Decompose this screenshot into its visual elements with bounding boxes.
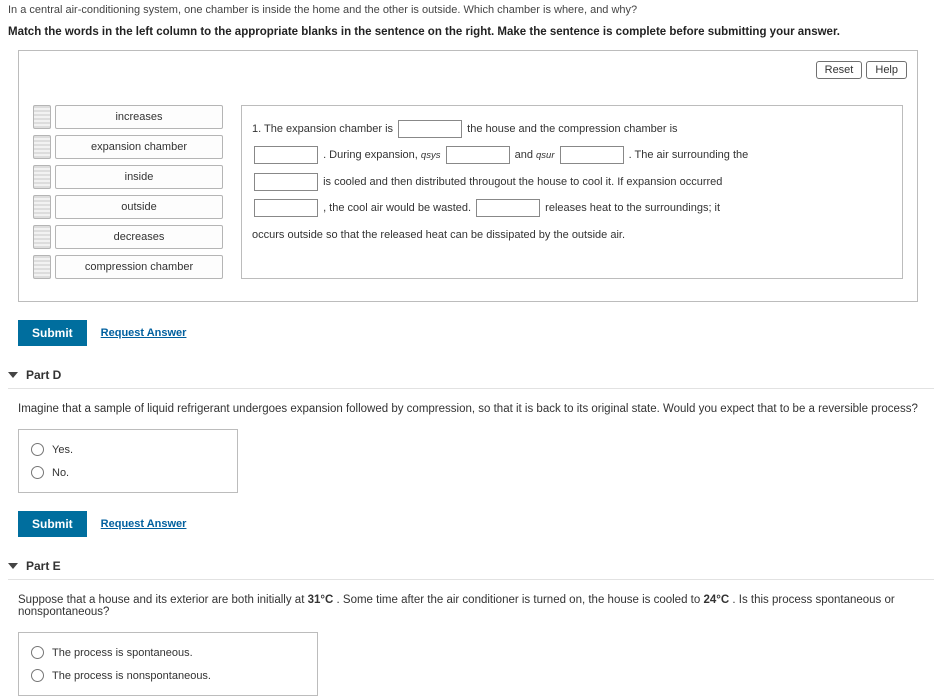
prompt-text: Suppose that a house and its exterior ar… — [18, 594, 308, 606]
term-item[interactable]: expansion chamber — [55, 135, 223, 159]
drop-blank[interactable] — [446, 146, 510, 164]
choice-row[interactable]: No. — [31, 461, 225, 484]
sentence-text: . During expansion, — [323, 149, 421, 161]
drop-blank[interactable] — [254, 173, 318, 191]
temperature-value: 31°C — [308, 594, 334, 606]
drag-grip[interactable] — [33, 255, 51, 279]
radio-spontaneous[interactable] — [31, 646, 44, 659]
drag-grip[interactable] — [33, 135, 51, 159]
temperature-value: 24°C — [703, 594, 729, 606]
drop-blank[interactable] — [398, 120, 462, 138]
sentence-text: , the cool air would be wasted. — [323, 202, 471, 214]
sentence-text: occurs outside so that the released heat… — [252, 229, 625, 241]
term-item[interactable]: compression chamber — [55, 255, 223, 279]
choice-label: The process is spontaneous. — [52, 647, 193, 659]
context-fragment: In a central air-conditioning system, on… — [8, 4, 934, 16]
part-e-header[interactable]: Part E — [8, 553, 934, 580]
part-title: Part E — [26, 559, 61, 573]
submit-button[interactable]: Submit — [18, 320, 87, 346]
choice-row[interactable]: The process is nonspontaneous. — [31, 664, 305, 687]
drag-grip[interactable] — [33, 165, 51, 189]
choice-row[interactable]: Yes. — [31, 438, 225, 461]
choice-label: The process is nonspontaneous. — [52, 670, 211, 682]
chevron-down-icon — [8, 372, 18, 378]
drag-grip[interactable] — [33, 105, 51, 129]
q-sys-symbol: qsys — [421, 150, 441, 161]
sentence-text: releases heat to the surroundings; it — [545, 202, 720, 214]
radio-nonspontaneous[interactable] — [31, 669, 44, 682]
help-button[interactable]: Help — [866, 61, 907, 79]
radio-no[interactable] — [31, 466, 44, 479]
term-item[interactable]: inside — [55, 165, 223, 189]
choice-row[interactable]: The process is spontaneous. — [31, 641, 305, 664]
prompt-text: . Some time after the air conditioner is… — [337, 594, 704, 606]
sentence-target-box: 1. The expansion chamber is the house an… — [241, 105, 903, 279]
drop-blank[interactable] — [254, 146, 318, 164]
term-item[interactable]: decreases — [55, 225, 223, 249]
part-e-prompt: Suppose that a house and its exterior ar… — [18, 594, 934, 618]
drag-grip[interactable] — [33, 225, 51, 249]
drag-grip[interactable] — [33, 195, 51, 219]
part-e-choices: The process is spontaneous. The process … — [18, 632, 318, 696]
submit-button[interactable]: Submit — [18, 511, 87, 537]
chevron-down-icon — [8, 563, 18, 569]
term-column: increases expansion chamber inside outsi… — [33, 105, 223, 279]
sentence-text: . The air surrounding the — [629, 149, 749, 161]
choice-label: No. — [52, 467, 69, 479]
matching-exercise-box: Reset Help increases expansion chamber i… — [18, 50, 918, 302]
part-d-header[interactable]: Part D — [8, 362, 934, 389]
sentence-text: the house and the compression chamber is — [467, 123, 677, 135]
drop-blank[interactable] — [254, 199, 318, 217]
sentence-text: is cooled and then distributed througout… — [323, 176, 722, 188]
term-item[interactable]: outside — [55, 195, 223, 219]
reset-button[interactable]: Reset — [816, 61, 863, 79]
sentence-text: 1. The expansion chamber is — [252, 123, 393, 135]
drop-blank[interactable] — [476, 199, 540, 217]
request-answer-link[interactable]: Request Answer — [101, 327, 187, 339]
radio-yes[interactable] — [31, 443, 44, 456]
term-item[interactable]: increases — [55, 105, 223, 129]
q-sur-symbol: qsur — [536, 150, 554, 161]
instruction-text: Match the words in the left column to th… — [8, 26, 934, 38]
drop-blank[interactable] — [560, 146, 624, 164]
choice-label: Yes. — [52, 444, 73, 456]
part-title: Part D — [26, 368, 61, 382]
request-answer-link[interactable]: Request Answer — [101, 518, 187, 530]
part-d-prompt: Imagine that a sample of liquid refriger… — [18, 403, 934, 415]
part-d-choices: Yes. No. — [18, 429, 238, 493]
sentence-text: and — [515, 149, 536, 161]
